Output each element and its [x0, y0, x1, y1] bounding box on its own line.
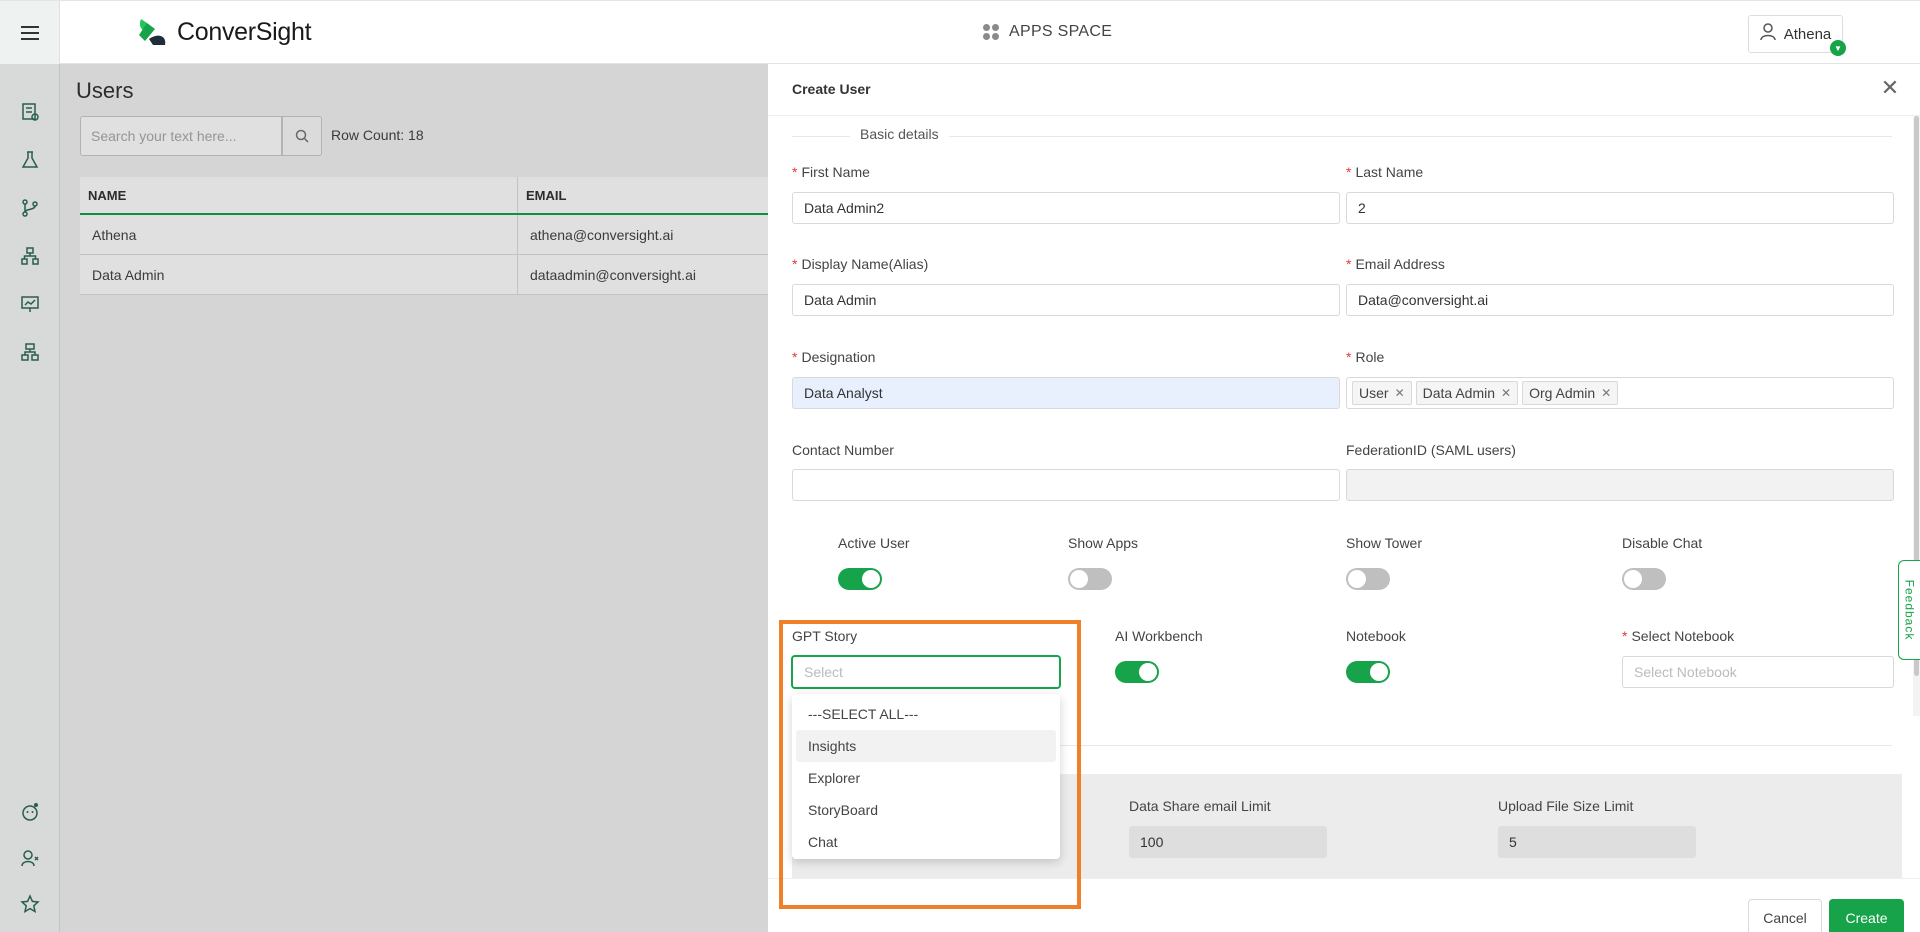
user-name: Athena	[1783, 25, 1832, 43]
drawer-header: Create User ✕	[768, 64, 1920, 116]
disable-chat-toggle[interactable]	[1622, 568, 1666, 590]
brand-name: ConverSight	[177, 17, 312, 46]
last-name-field[interactable]: 2	[1346, 192, 1894, 224]
select-notebook-label: * Select Notebook	[1622, 628, 1735, 644]
role-tag-data-admin: Data Admin ✕	[1415, 381, 1519, 405]
show-tower-toggle[interactable]	[1346, 568, 1390, 590]
show-tower-label: Show Tower	[1346, 535, 1423, 551]
email-label: * Email Address	[1346, 256, 1445, 272]
drawer-title: Create User	[792, 81, 871, 97]
federation-id-label: FederationID (SAML users)	[1346, 442, 1516, 458]
email-field[interactable]: Data@conversight.ai	[1346, 284, 1894, 316]
show-apps-label: Show Apps	[1068, 535, 1139, 551]
active-user-toggle[interactable]	[838, 568, 882, 590]
brand-logo[interactable]: ConverSight	[135, 15, 312, 49]
upload-size-limit-field[interactable]: 5	[1498, 826, 1696, 858]
disable-chat-label: Disable Chat	[1622, 535, 1703, 551]
ai-workbench-label: AI Workbench	[1115, 628, 1203, 644]
remove-tag-icon[interactable]: ✕	[1501, 386, 1511, 400]
highlight-annotation	[779, 620, 1081, 909]
apps-space-label: APPS SPACE	[1009, 23, 1113, 40]
contact-number-label: Contact Number	[792, 442, 894, 458]
display-name-field[interactable]: Data Admin	[792, 284, 1340, 316]
designation-field[interactable]: Data Analyst	[792, 377, 1340, 409]
active-user-label: Active User	[838, 535, 910, 551]
remove-tag-icon[interactable]: ✕	[1395, 386, 1405, 400]
federation-id-field	[1346, 469, 1894, 501]
last-name-label: * Last Name	[1346, 164, 1424, 180]
section-title: Basic details	[850, 126, 949, 142]
designation-label: * Designation	[792, 349, 876, 365]
conversight-logo-icon	[135, 15, 171, 49]
dropdown-badge-icon[interactable]: ▼	[1830, 40, 1846, 56]
feedback-label: Feedback	[1902, 579, 1917, 641]
apps-grid-icon	[983, 24, 999, 40]
notebook-label: Notebook	[1346, 628, 1406, 644]
data-share-limit-field[interactable]: 100	[1129, 826, 1327, 858]
menu-button[interactable]	[0, 1, 60, 65]
close-icon[interactable]: ✕	[1878, 76, 1902, 100]
apps-space-link[interactable]: APPS SPACE	[983, 23, 1112, 41]
hamburger-icon	[20, 26, 39, 40]
display-name-label: * Display Name(Alias)	[792, 256, 929, 272]
feedback-tab[interactable]: Feedback	[1898, 560, 1920, 660]
first-name-field[interactable]: Data Admin2	[792, 192, 1340, 224]
role-tag-org-admin: Org Admin ✕	[1522, 381, 1619, 405]
create-button[interactable]: Create	[1829, 899, 1904, 932]
role-multiselect[interactable]: User ✕ Data Admin ✕ Org Admin ✕	[1346, 377, 1894, 409]
top-bar: ConverSight APPS SPACE Athena ▼	[0, 0, 1920, 65]
user-menu-button[interactable]: Athena	[1748, 15, 1843, 53]
ai-workbench-toggle[interactable]	[1115, 661, 1159, 683]
notebook-toggle[interactable]	[1346, 661, 1390, 683]
select-notebook-field[interactable]: Select Notebook	[1622, 656, 1894, 688]
section-divider	[792, 136, 1892, 137]
role-tag-user: User ✕	[1352, 381, 1412, 405]
user-icon	[1759, 23, 1776, 45]
show-apps-toggle[interactable]	[1068, 568, 1112, 590]
modal-backdrop[interactable]	[0, 64, 768, 932]
remove-tag-icon[interactable]: ✕	[1601, 386, 1611, 400]
contact-number-field[interactable]	[792, 469, 1340, 501]
role-label: * Role	[1346, 349, 1385, 365]
data-share-limit-label: Data Share email Limit	[1129, 798, 1271, 814]
first-name-label: * First Name	[792, 164, 870, 180]
upload-size-limit-label: Upload File Size Limit	[1498, 798, 1634, 814]
cancel-button[interactable]: Cancel	[1748, 899, 1822, 932]
